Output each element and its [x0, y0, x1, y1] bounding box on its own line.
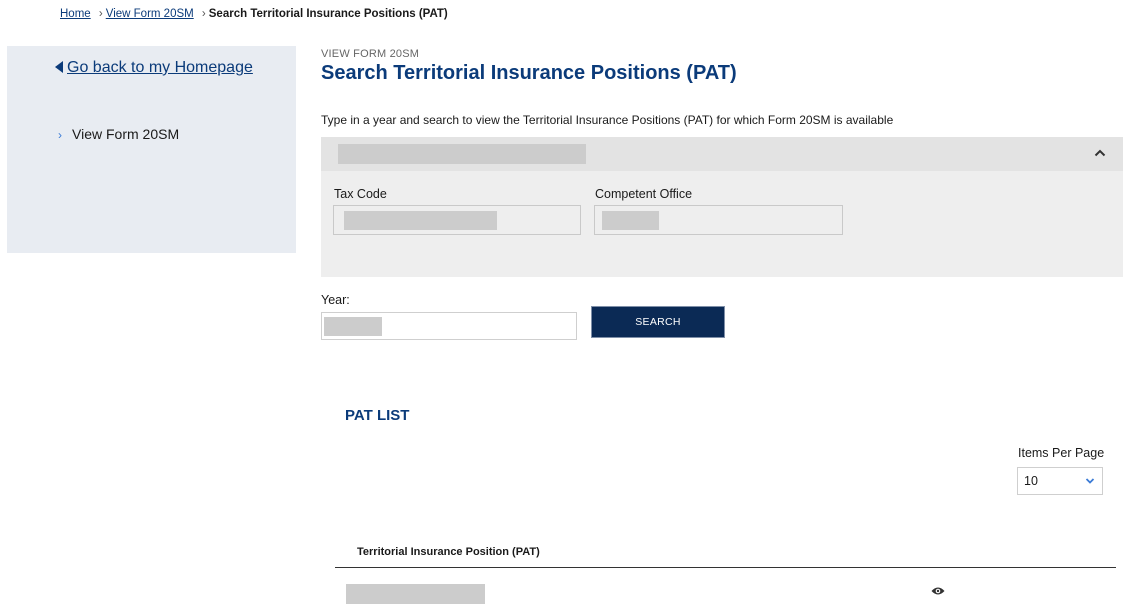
redacted-tax-code [344, 211, 497, 230]
tax-code-field [333, 205, 581, 235]
sidebar [7, 46, 296, 253]
table-header-pat: Territorial Insurance Position (PAT) [357, 546, 540, 558]
chevron-right-icon: › [58, 128, 62, 142]
search-button[interactable]: SEARCH [592, 307, 724, 337]
redacted-competent-office [602, 211, 659, 230]
chevron-up-icon[interactable] [1094, 145, 1106, 161]
back-to-homepage-link[interactable]: Go back to my Homepage [55, 59, 253, 77]
panel-header[interactable] [321, 137, 1123, 171]
sidebar-item-view-form[interactable]: › View Form 20SM [58, 126, 179, 142]
list-title: PAT LIST [345, 407, 410, 424]
intro-text: Type in a year and search to view the Te… [321, 113, 894, 127]
breadcrumb-home[interactable]: Home [60, 8, 91, 20]
breadcrumb-current: Search Territorial Insurance Positions (… [208, 8, 448, 20]
items-per-page-select[interactable]: 10 [1017, 467, 1103, 495]
breadcrumb: Home › View Form 20SM › Search Territorial… [60, 8, 448, 20]
breadcrumb-separator: › [98, 8, 103, 20]
year-label: Year: [321, 293, 350, 307]
competent-office-field [594, 205, 843, 235]
redacted-year [324, 317, 382, 336]
redacted-name [338, 144, 586, 164]
back-link-label: Go back to my Homepage [67, 59, 253, 76]
table-header-divider [335, 567, 1116, 568]
chevron-down-icon [1085, 468, 1095, 504]
tax-code-label: Tax Code [334, 187, 387, 201]
year-input[interactable] [321, 312, 577, 340]
sidebar-item-label: View Form 20SM [72, 126, 180, 142]
items-per-page-value: 10 [1024, 474, 1038, 488]
page-overline: VIEW FORM 20SM [321, 48, 420, 60]
breadcrumb-separator: › [201, 8, 206, 20]
competent-office-label: Competent Office [595, 187, 693, 201]
eye-icon[interactable] [931, 585, 945, 599]
redacted-pat-value [346, 584, 485, 604]
page-title: Search Territorial Insurance Positions (… [321, 62, 737, 84]
triangle-left-icon [55, 61, 63, 73]
taxpayer-info-panel: Tax Code Competent Office [321, 137, 1123, 277]
items-per-page-label: Items Per Page [1018, 446, 1105, 460]
breadcrumb-view-form[interactable]: View Form 20SM [106, 8, 194, 20]
